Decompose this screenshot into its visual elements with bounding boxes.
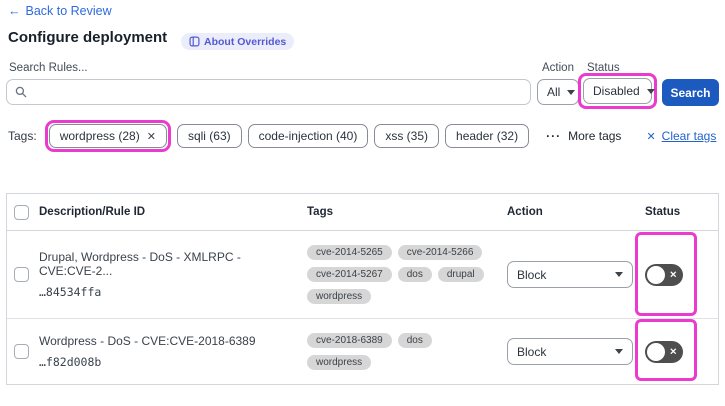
back-to-review-link[interactable]: ← Back to Review <box>8 4 112 18</box>
clear-tags-label: Clear tags <box>661 129 717 143</box>
filter-chip-sqli-label: sqli (63) <box>187 129 231 143</box>
rule-id: …f82d008b <box>39 355 102 369</box>
back-arrow-icon: ← <box>8 4 21 18</box>
tag-pill: wordpress <box>307 355 372 370</box>
tag-pill: cve-2014-5267 <box>307 267 392 282</box>
remove-tag-icon[interactable]: ✕ <box>147 130 156 143</box>
chevron-down-icon <box>615 272 623 277</box>
search-rules-label: Search Rules... <box>9 62 88 74</box>
book-icon <box>189 36 200 47</box>
tag-pill: drupal <box>437 267 484 282</box>
rule-tags: cve-2014-5265 cve-2014-5266 cve-2014-526… <box>307 245 499 304</box>
page-title: Configure deployment <box>8 29 168 46</box>
action-dropdown-value: All <box>547 85 561 99</box>
header-action: Action <box>507 206 543 218</box>
filter-chip-xss[interactable]: xss (35) <box>374 124 440 148</box>
rule-description: Wordpress - DoS - CVE:CVE-2018-6389 <box>39 334 256 348</box>
tag-pill: cve-2014-5265 <box>307 245 392 260</box>
status-toggle-off[interactable]: ✕ <box>645 340 683 363</box>
search-rules-input-wrap[interactable] <box>6 79 531 105</box>
rule-id: …84534ffa <box>39 285 102 299</box>
table-row: Drupal, Wordpress - DoS - XMLRPC - CVE:C… <box>7 231 718 319</box>
status-highlight-box: Disabled <box>578 73 657 109</box>
tag-pill: wordpress <box>307 289 372 304</box>
status-dropdown[interactable]: Disabled <box>583 78 655 104</box>
chevron-down-icon <box>615 349 623 354</box>
search-icon <box>15 86 27 98</box>
row-checkbox[interactable] <box>14 344 29 359</box>
more-tags-button[interactable]: ··· More tags <box>546 129 621 143</box>
action-select[interactable]: Block <box>507 261 633 288</box>
table-row: Wordpress - DoS - CVE:CVE-2018-6389 …f82… <box>7 319 718 384</box>
action-dropdown[interactable]: All <box>537 79 579 105</box>
tag-pill: dos <box>397 267 432 282</box>
filter-chip-wordpress[interactable]: wordpress (28) ✕ <box>48 124 167 148</box>
back-link-label: Back to Review <box>25 4 112 18</box>
action-select[interactable]: Block <box>507 338 633 365</box>
action-label: Action <box>542 62 574 74</box>
tag-pill: dos <box>397 333 432 348</box>
clear-tags-icon: ✕ <box>646 130 656 143</box>
tags-filter-bar: Tags: wordpress (28) ✕ sqli (63) code-in… <box>8 119 716 153</box>
about-overrides-label: About Overrides <box>204 35 287 48</box>
filter-chip-header-label: header (32) <box>456 129 519 143</box>
toggle-x-icon: ✕ <box>669 269 677 279</box>
search-input[interactable] <box>33 85 522 99</box>
chevron-down-icon <box>567 89 576 95</box>
toggle-x-icon: ✕ <box>669 346 677 356</box>
action-select-value: Block <box>517 267 547 282</box>
table-header-row: Description/Rule ID Tags Action Status <box>7 194 718 231</box>
row-checkbox[interactable] <box>14 267 29 282</box>
filter-chip-xss-label: xss (35) <box>385 129 429 143</box>
filter-chip-code-injection-label: code-injection (40) <box>258 129 358 143</box>
header-status: Status <box>645 206 681 218</box>
action-select-value: Block <box>517 344 547 359</box>
ellipsis-icon: ··· <box>546 129 562 143</box>
header-tags: Tags <box>307 206 333 218</box>
filter-chip-code-injection[interactable]: code-injection (40) <box>247 124 369 148</box>
filter-chip-sqli[interactable]: sqli (63) <box>176 124 242 148</box>
about-overrides-badge[interactable]: About Overrides <box>181 33 295 50</box>
search-button[interactable]: Search <box>662 79 719 106</box>
toggle-knob <box>647 342 665 361</box>
filter-chip-wordpress-label: wordpress (28) <box>59 129 140 143</box>
clear-tags-button[interactable]: ✕ Clear tags <box>646 129 716 143</box>
rule-tags: cve-2018-6389 dos wordpress <box>307 333 499 370</box>
select-all-checkbox[interactable] <box>14 204 29 220</box>
rules-table: Description/Rule ID Tags Action Status D… <box>6 193 719 385</box>
wordpress-tag-highlight-box: wordpress (28) ✕ <box>44 120 171 152</box>
chevron-down-icon <box>646 88 655 94</box>
status-dropdown-value: Disabled <box>593 84 640 98</box>
rule-description: Drupal, Wordpress - DoS - XMLRPC - CVE:C… <box>39 250 241 278</box>
filter-chip-header[interactable]: header (32) <box>445 124 530 148</box>
header-description: Description/Rule ID <box>39 206 146 218</box>
tag-pill: cve-2018-6389 <box>307 333 392 348</box>
toggle-knob <box>647 265 665 284</box>
tag-pill: cve-2014-5266 <box>397 245 483 260</box>
status-toggle-off[interactable]: ✕ <box>645 263 683 286</box>
more-tags-label: More tags <box>568 129 622 143</box>
tags-label: Tags: <box>8 129 37 143</box>
